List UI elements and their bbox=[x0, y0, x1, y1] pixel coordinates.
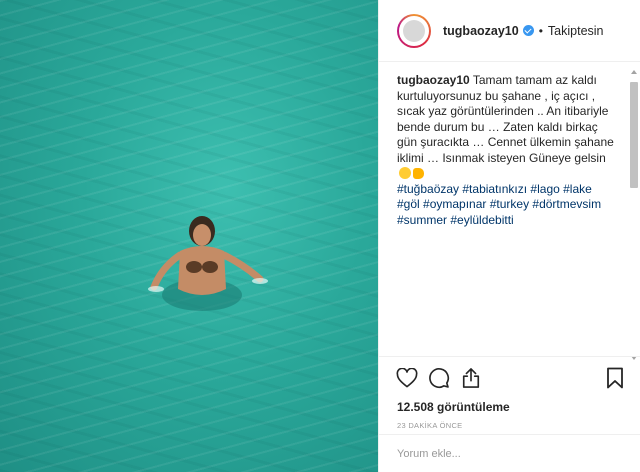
caption: tugbaozay10 Tamam tamam az kaldı kurtulu… bbox=[379, 63, 640, 228]
comments-area[interactable]: tugbaozay10 Tamam tamam az kaldı kurtulu… bbox=[379, 63, 640, 355]
view-count[interactable]: 12.508 görüntüleme bbox=[379, 399, 640, 415]
caption-username[interactable]: tugbaozay10 bbox=[397, 73, 470, 87]
verified-badge-icon bbox=[522, 25, 534, 36]
share-icon[interactable] bbox=[459, 366, 483, 390]
comments-scrollbar[interactable] bbox=[630, 70, 638, 360]
bookmark-icon[interactable] bbox=[603, 366, 627, 390]
comment-icon[interactable] bbox=[427, 366, 451, 390]
smiling-face-icon bbox=[399, 167, 411, 179]
post-side-panel: tugbaozay10 • Takiptesin tugbaozay10 Tam… bbox=[378, 0, 640, 472]
following-button[interactable]: Takiptesin bbox=[548, 24, 604, 38]
post-video[interactable] bbox=[0, 0, 378, 472]
comment-input[interactable] bbox=[397, 447, 623, 460]
separator-dot: • bbox=[538, 23, 543, 38]
instagram-post: tugbaozay10 • Takiptesin tugbaozay10 Tam… bbox=[0, 0, 640, 472]
avatar[interactable] bbox=[397, 13, 431, 48]
post-timestamp[interactable]: 23 DAKİKA ÖNCE bbox=[379, 421, 640, 430]
heart-icon[interactable] bbox=[395, 366, 419, 390]
header-username[interactable]: tugbaozay10 bbox=[443, 24, 519, 38]
caption-hashtags[interactable]: #tuğbaözay #tabiatınkızı #lago #lake #gö… bbox=[397, 182, 601, 227]
add-comment-form bbox=[379, 434, 640, 472]
action-bar bbox=[379, 357, 640, 399]
post-header: tugbaozay10 • Takiptesin bbox=[379, 0, 640, 62]
scrollbar-thumb[interactable] bbox=[630, 82, 638, 188]
raised-hand-icon bbox=[413, 168, 424, 179]
scroll-up-arrow-icon[interactable] bbox=[631, 70, 637, 74]
post-actions-section: 12.508 görüntüleme 23 DAKİKA ÖNCE bbox=[379, 356, 640, 430]
swimmer-figure bbox=[148, 216, 268, 311]
